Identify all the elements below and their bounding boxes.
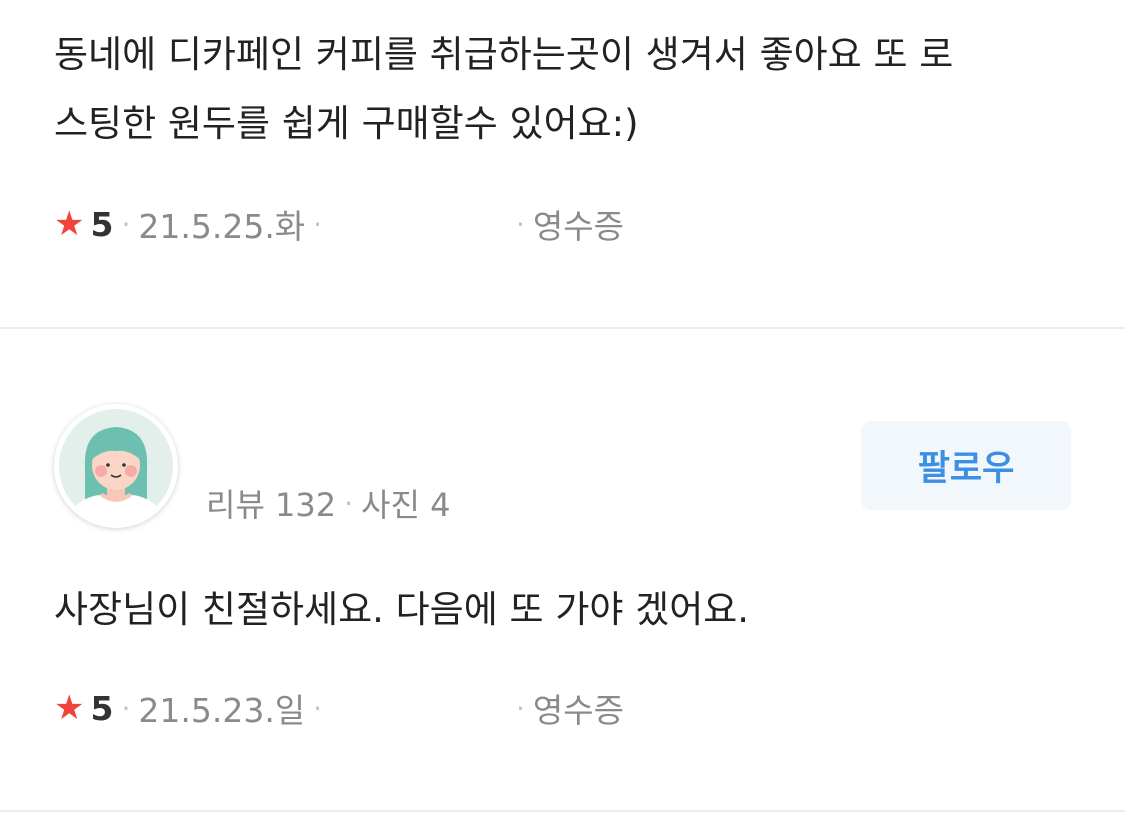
author-photo-count: 사진 4 — [361, 486, 451, 524]
author-stats: 리뷰 132 · 사진 4 — [206, 480, 450, 526]
separator-dot: · — [313, 207, 323, 241]
rating-value: 5 — [90, 688, 114, 728]
review-date: 21.5.23.일 — [138, 691, 306, 730]
review-text-line: 사장님이 친절하세요. 다음에 또 가야 겠어요. — [54, 588, 750, 631]
follow-button[interactable]: 팔로우 — [861, 421, 1071, 510]
review-text-line: 스팅한 원두를 쉽게 구매할수 있어요:) — [54, 102, 639, 145]
user-avatar[interactable] — [54, 404, 178, 528]
rating-value: 5 — [90, 204, 114, 244]
receipt-badge: · 영수증 — [516, 202, 624, 246]
review-meta: ★ 5 · 21.5.25.화 · — [54, 202, 330, 247]
separator-dot: · — [516, 207, 525, 241]
review-date: 21.5.25.화 — [138, 207, 306, 246]
divider — [0, 327, 1125, 329]
receipt-badge: · 영수증 — [516, 686, 624, 730]
star-icon: ★ — [54, 688, 85, 728]
review-text-line: 동네에 디카페인 커피를 취급하는곳이 생겨서 좋아요 또 로 — [54, 33, 954, 76]
star-icon: ★ — [54, 204, 85, 244]
receipt-label: 영수증 — [532, 691, 624, 730]
review-list: 동네에 디카페인 커피를 취급하는곳이 생겨서 좋아요 또 로 스팅한 원두를 … — [0, 0, 1125, 813]
avatar-illustration-icon — [59, 409, 173, 523]
review-meta: ★ 5 · 21.5.23.일 · — [54, 686, 330, 731]
separator-dot: · — [121, 691, 131, 725]
separator-dot: · — [121, 207, 131, 241]
author-review-count: 리뷰 132 — [206, 486, 337, 524]
review-text: 동네에 디카페인 커피를 취급하는곳이 생겨서 좋아요 또 로 스팅한 원두를 … — [54, 20, 953, 158]
separator-dot: · — [313, 691, 323, 725]
separator-dot: · — [516, 691, 525, 725]
separator-dot: · — [344, 486, 354, 520]
receipt-label: 영수증 — [532, 207, 624, 246]
divider — [0, 810, 1125, 812]
review-text: 사장님이 친절하세요. 다음에 또 가야 겠어요. — [54, 575, 749, 644]
